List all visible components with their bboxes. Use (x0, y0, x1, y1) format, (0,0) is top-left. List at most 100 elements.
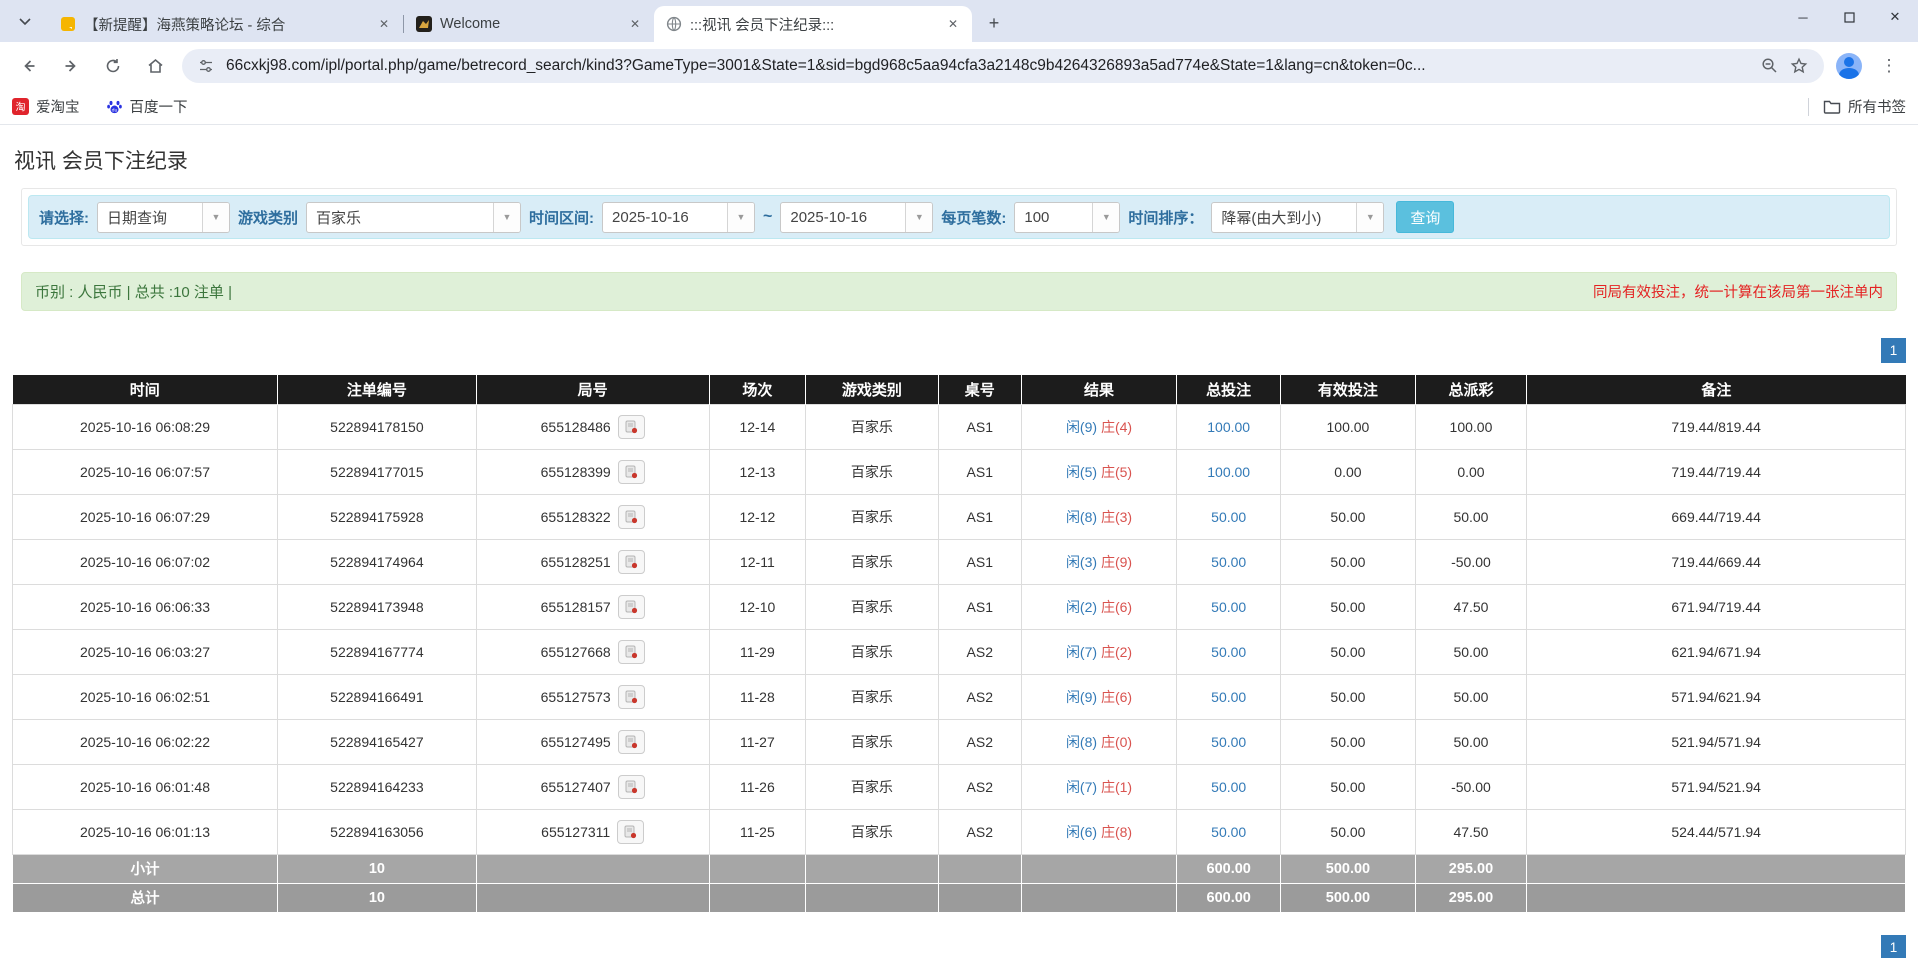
cell-payout: 50.00 (1415, 719, 1527, 764)
chevron-down-icon: ▼ (202, 203, 229, 232)
tilde-separator: ~ (763, 208, 772, 226)
page-number-button[interactable]: 1 (1881, 338, 1906, 363)
cell-valid-bet: 50.00 (1281, 629, 1415, 674)
pagination-bottom: 1 (12, 935, 1906, 958)
query-mode-value: 日期查询 (98, 203, 202, 232)
cell-session: 11-27 (709, 719, 806, 764)
result-banker: 庄(8) (1101, 824, 1132, 840)
date-from-select[interactable]: 2025-10-16 ▼ (602, 202, 755, 233)
url-text[interactable]: 66cxkj98.com/ipl/portal.php/game/betreco… (226, 57, 1754, 75)
column-header: 局号 (476, 375, 709, 404)
currency-total-text: 币别 : 人民币 | 总共 :10 注单 | (35, 281, 232, 302)
summary-valid-bet: 500.00 (1281, 883, 1415, 912)
pegasus-favicon-icon (416, 16, 432, 32)
cell-time: 2025-10-16 06:01:13 (13, 809, 278, 854)
bookmark-aitaobao[interactable]: 淘 爱淘宝 (12, 96, 80, 117)
replay-video-button[interactable] (618, 460, 645, 484)
page-number-button[interactable]: 1 (1881, 935, 1906, 958)
bookmark-star-icon[interactable] (1784, 51, 1814, 81)
site-settings-icon[interactable] (192, 52, 220, 80)
cell-total-bet: 50.00 (1177, 719, 1281, 764)
cell-round-id: 655128157 (476, 584, 709, 629)
tab-welcome[interactable]: Welcome ✕ (404, 6, 654, 42)
game-type-select[interactable]: 百家乐 ▼ (306, 202, 521, 233)
cell-round-id: 655128486 (476, 404, 709, 449)
replay-video-button[interactable] (617, 820, 644, 844)
cell-table-no: AS1 (938, 584, 1021, 629)
query-button[interactable]: 查询 (1396, 201, 1454, 233)
browser-menu-button[interactable]: ⋮ (1871, 48, 1907, 84)
replay-video-button[interactable] (618, 415, 645, 439)
total-bet-link[interactable]: 50.00 (1211, 734, 1246, 750)
forward-arrow-icon (62, 57, 80, 75)
cell-session: 12-13 (709, 449, 806, 494)
replay-video-button[interactable] (618, 775, 645, 799)
cell-time: 2025-10-16 06:07:29 (13, 494, 278, 539)
table-row: 2025-10-16 06:07:02 522894174964 6551282… (13, 539, 1906, 584)
tab-close-icon[interactable]: ✕ (375, 15, 393, 33)
cell-game-type: 百家乐 (806, 809, 939, 854)
total-bet-link[interactable]: 50.00 (1211, 644, 1246, 660)
cell-total-bet: 50.00 (1177, 809, 1281, 854)
replay-video-button[interactable] (618, 505, 645, 529)
forum-favicon-icon (60, 16, 76, 32)
total-bet-link[interactable]: 50.00 (1211, 824, 1246, 840)
tab-close-icon[interactable]: ✕ (944, 15, 962, 33)
cell-session: 11-29 (709, 629, 806, 674)
profile-button[interactable] (1832, 49, 1866, 83)
query-mode-select[interactable]: 日期查询 ▼ (97, 202, 230, 233)
close-window-button[interactable]: ✕ (1872, 0, 1918, 34)
all-bookmarks-button[interactable]: 所有书签 (1823, 96, 1906, 117)
cell-table-no: AS2 (938, 674, 1021, 719)
result-player: 闲(7) (1066, 779, 1097, 795)
column-header: 桌号 (938, 375, 1021, 404)
total-bet-link[interactable]: 50.00 (1211, 689, 1246, 705)
table-row: 2025-10-16 06:08:29 522894178150 6551284… (13, 404, 1906, 449)
total-bet-link[interactable]: 100.00 (1207, 419, 1250, 435)
total-bet-link[interactable]: 50.00 (1211, 779, 1246, 795)
cell-result: 闲(8) 庄(3) (1021, 494, 1176, 539)
home-button[interactable] (137, 48, 173, 84)
cell-table-no: AS2 (938, 764, 1021, 809)
tab-bet-record[interactable]: :::视讯 会员下注纪录::: ✕ (654, 6, 972, 42)
replay-video-button[interactable] (618, 550, 645, 574)
tab-search-button[interactable] (10, 7, 40, 37)
new-tab-button[interactable]: + (980, 9, 1008, 37)
round-number: 655127407 (541, 779, 611, 795)
sort-select[interactable]: 降幂(由大到小) ▼ (1211, 202, 1384, 233)
total-bet-link[interactable]: 50.00 (1211, 509, 1246, 525)
refresh-button[interactable] (95, 48, 131, 84)
total-bet-link[interactable]: 50.00 (1211, 599, 1246, 615)
maximize-button[interactable] (1826, 0, 1872, 34)
cell-bet-id: 522894167774 (278, 629, 477, 674)
page-content: 视讯 会员下注纪录 请选择: 日期查询 ▼ 游戏类别 百家乐 ▼ 时间区间: 2… (0, 145, 1918, 958)
minimize-button[interactable]: ─ (1780, 0, 1826, 34)
bookmark-label: 百度一下 (130, 96, 188, 117)
date-to-select[interactable]: 2025-10-16 ▼ (780, 202, 933, 233)
tab-forum[interactable]: 【新提醒】海燕策略论坛 - 综合 ✕ (48, 6, 403, 42)
tab-title: :::视讯 会员下注纪录::: (690, 14, 936, 35)
zoom-indicator-icon[interactable] (1754, 51, 1784, 81)
address-bar[interactable]: 66cxkj98.com/ipl/portal.php/game/betreco… (182, 49, 1824, 83)
replay-video-button[interactable] (618, 685, 645, 709)
replay-video-button[interactable] (618, 640, 645, 664)
page-size-select[interactable]: 100 ▼ (1014, 202, 1120, 233)
back-button[interactable] (11, 48, 47, 84)
cell-session: 11-26 (709, 764, 806, 809)
cell-game-type: 百家乐 (806, 719, 939, 764)
tab-close-icon[interactable]: ✕ (626, 15, 644, 33)
bookmark-baidu[interactable]: du 百度一下 (106, 96, 188, 117)
profile-avatar (1836, 53, 1862, 79)
summary-label: 总计 (13, 883, 278, 912)
cell-table-no: AS2 (938, 719, 1021, 764)
cell-table-no: AS1 (938, 539, 1021, 584)
column-header: 时间 (13, 375, 278, 404)
table-row: 2025-10-16 06:01:13 522894163056 6551273… (13, 809, 1906, 854)
summary-payout: 295.00 (1415, 854, 1527, 883)
total-bet-link[interactable]: 100.00 (1207, 464, 1250, 480)
replay-video-button[interactable] (618, 730, 645, 754)
replay-card-icon (625, 690, 638, 704)
forward-button[interactable] (53, 48, 89, 84)
replay-video-button[interactable] (618, 595, 645, 619)
total-bet-link[interactable]: 50.00 (1211, 554, 1246, 570)
